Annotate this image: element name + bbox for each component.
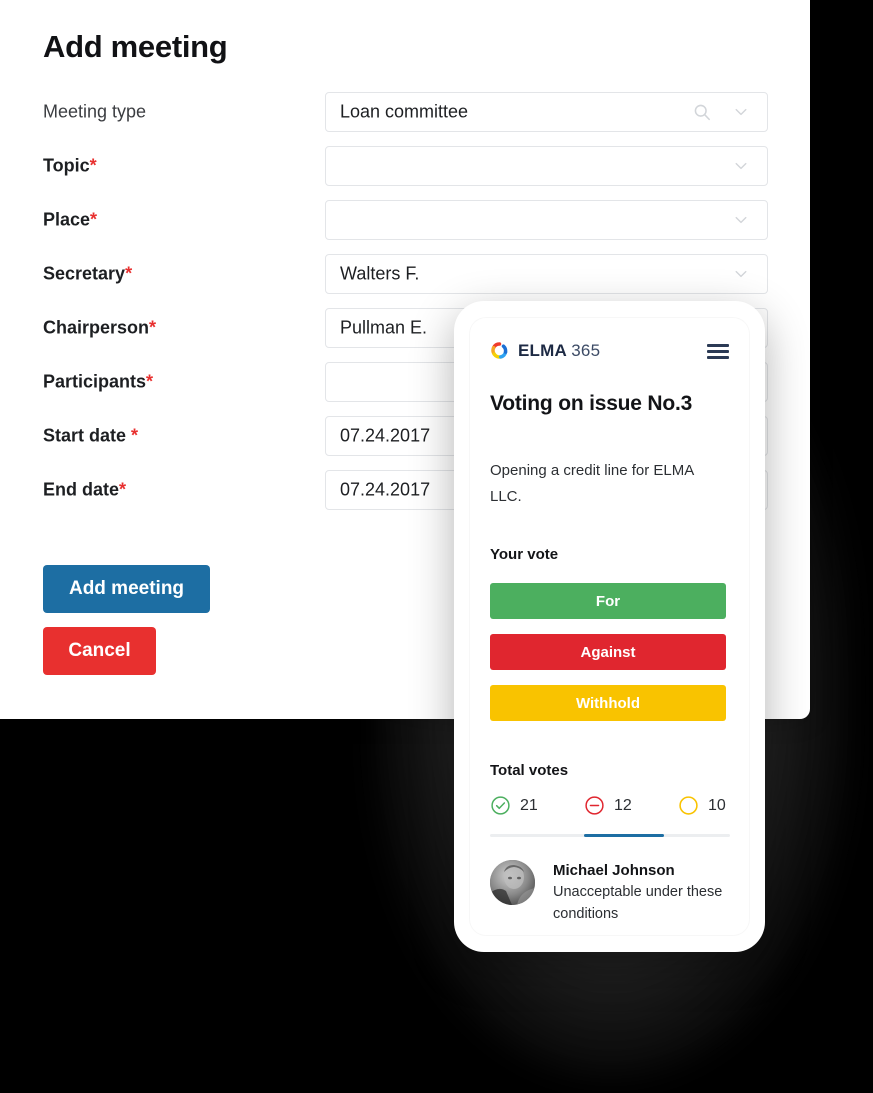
phone-screen: ELMA 365 Voting on issue No.3 Opening a … <box>470 318 749 935</box>
field-value: Pullman E. <box>340 317 428 338</box>
field-label: Participants* <box>43 372 153 393</box>
hamburger-menu-icon[interactable] <box>707 344 729 359</box>
vote-tally: 21 12 10 <box>490 795 732 821</box>
page-title: Add meeting <box>43 29 228 64</box>
phone-header: ELMA 365 <box>470 339 749 371</box>
total-votes-label: Total votes <box>490 762 569 779</box>
voting-title: Voting on issue No.3 <box>490 392 693 415</box>
field-label-text: Place <box>43 209 91 230</box>
check-circle-icon <box>491 796 510 815</box>
comment-row: Michael Johnson Unacceptable under these… <box>490 860 736 925</box>
field-label-text: Chairperson <box>43 317 150 338</box>
field-label-text: Meeting type <box>43 101 147 122</box>
user-photo-avatar <box>490 860 535 905</box>
tally-for: 21 <box>490 795 538 816</box>
tally-against-count: 12 <box>614 797 632 814</box>
brand-suffix: 365 <box>571 341 601 360</box>
chevron-down-icon[interactable] <box>733 266 749 282</box>
phone-mockup: ELMA 365 Voting on issue No.3 Opening a … <box>454 301 765 952</box>
field-value: Loan committee <box>340 101 469 122</box>
vote-progress-track <box>490 834 730 837</box>
field-value: 07.24.2017 <box>340 479 431 500</box>
field-label: End date* <box>43 480 126 501</box>
field-label-text: Participants <box>43 371 147 392</box>
elma-brand[interactable]: ELMA 365 <box>490 341 600 360</box>
empty-circle-icon <box>679 796 698 815</box>
field-label: Place* <box>43 210 97 231</box>
field-input-3[interactable]: Walters F. <box>325 254 768 294</box>
avatar-photo <box>490 860 535 905</box>
field-value: Walters F. <box>340 263 420 284</box>
required-marker: * <box>119 479 127 500</box>
brand-text: ELMA 365 <box>518 341 600 360</box>
tally-against: 12 <box>584 795 632 816</box>
field-row: Meeting type Loan committee <box>43 92 768 132</box>
field-label: Topic* <box>43 156 97 177</box>
comment-text: Unacceptable under these conditions <box>553 884 723 922</box>
chevron-down-icon[interactable] <box>733 212 749 228</box>
vote-against-button[interactable]: Against <box>490 634 726 670</box>
field-row: Secretary* Walters F. <box>43 254 768 294</box>
voting-description: Opening a credit line for ELMA LLC. <box>490 462 694 505</box>
required-marker: * <box>90 209 98 230</box>
vote-withhold-button[interactable]: Withhold <box>490 685 726 721</box>
cancel-button[interactable]: Cancel <box>43 627 156 675</box>
tally-withhold-count: 10 <box>708 797 726 814</box>
elma-logo-icon <box>491 342 508 359</box>
search-icon[interactable] <box>693 103 711 121</box>
brand-name: ELMA <box>518 341 567 360</box>
field-label: Meeting type <box>43 102 146 123</box>
field-input-0[interactable]: Loan committee <box>325 92 768 132</box>
hamburger-bar <box>707 344 729 347</box>
chevron-down-icon[interactable] <box>733 104 749 120</box>
field-label: Start date * <box>43 426 138 447</box>
required-marker: * <box>89 155 97 176</box>
field-row: Place* <box>43 200 768 240</box>
comment-author: Michael Johnson <box>553 862 675 879</box>
chevron-down-icon[interactable] <box>733 158 749 174</box>
field-label: Secretary* <box>43 264 132 285</box>
comment-body: Michael Johnson Unacceptable under these… <box>553 860 736 925</box>
required-marker: * <box>125 263 133 284</box>
field-label-text: Start date <box>43 425 132 446</box>
field-label-text: Topic <box>43 155 90 176</box>
required-marker: * <box>146 371 154 392</box>
add-meeting-button[interactable]: Add meeting <box>43 565 210 613</box>
minus-circle-icon <box>585 796 604 815</box>
hamburger-bar <box>707 356 729 359</box>
field-label-text: End date <box>43 479 120 500</box>
tally-withhold: 10 <box>678 795 726 816</box>
field-label-text: Secretary <box>43 263 126 284</box>
field-row: Topic* <box>43 146 768 186</box>
tally-for-count: 21 <box>520 797 538 814</box>
vote-for-button[interactable]: For <box>490 583 726 619</box>
field-value: 07.24.2017 <box>340 425 431 446</box>
hamburger-bar <box>707 350 729 353</box>
vote-progress-fill <box>584 834 664 837</box>
required-marker: * <box>131 425 139 446</box>
required-marker: * <box>149 317 157 338</box>
field-input-2[interactable] <box>325 200 768 240</box>
field-label: Chairperson* <box>43 318 156 339</box>
your-vote-label: Your vote <box>490 546 559 563</box>
field-input-1[interactable] <box>325 146 768 186</box>
